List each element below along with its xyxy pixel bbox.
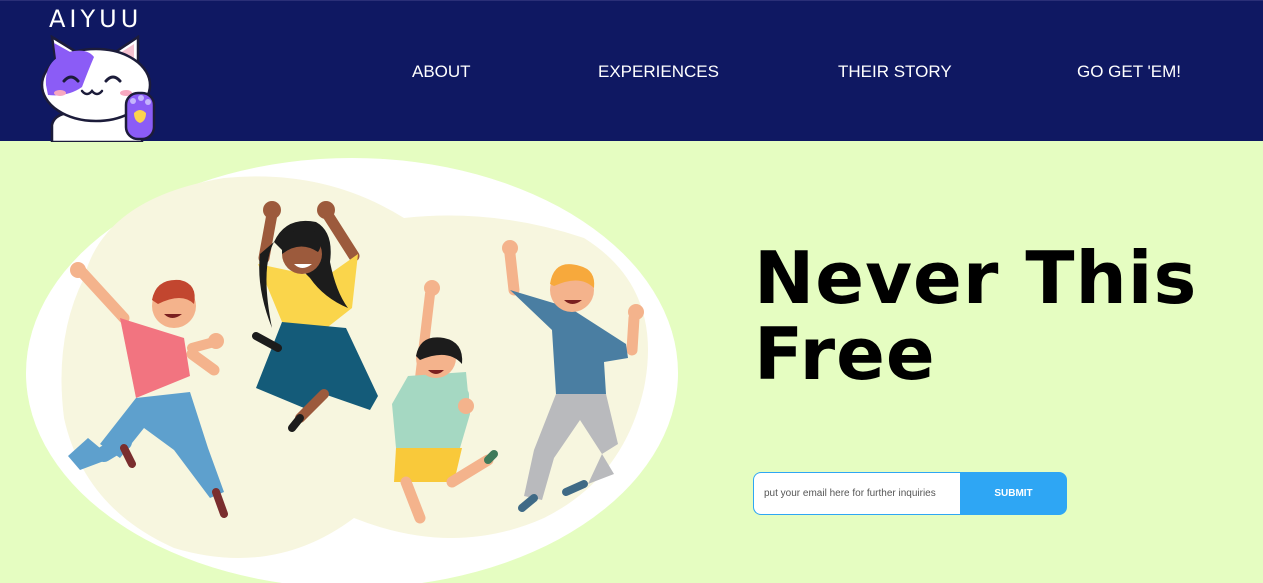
submit-button[interactable]: SUBMIT <box>960 472 1067 515</box>
nav-link-go-get-em[interactable]: GO GET 'EM! <box>1077 62 1181 82</box>
nav-link-their-story[interactable]: THEIR STORY <box>838 62 952 82</box>
email-input[interactable] <box>753 472 961 515</box>
navbar: AIYUU ABOUT EXPERIENCES THEIR STORY GO G… <box>0 0 1263 142</box>
email-signup-form: SUBMIT <box>753 472 1067 515</box>
jumping-people-illustration <box>26 158 678 583</box>
nav-link-about[interactable]: ABOUT <box>412 62 471 82</box>
nav-link-experiences[interactable]: EXPERIENCES <box>598 62 719 82</box>
hero-headline: Never This Free <box>754 236 1198 396</box>
brand-name[interactable]: AIYUU <box>49 5 142 33</box>
cat-waving-icon[interactable] <box>38 35 160 142</box>
